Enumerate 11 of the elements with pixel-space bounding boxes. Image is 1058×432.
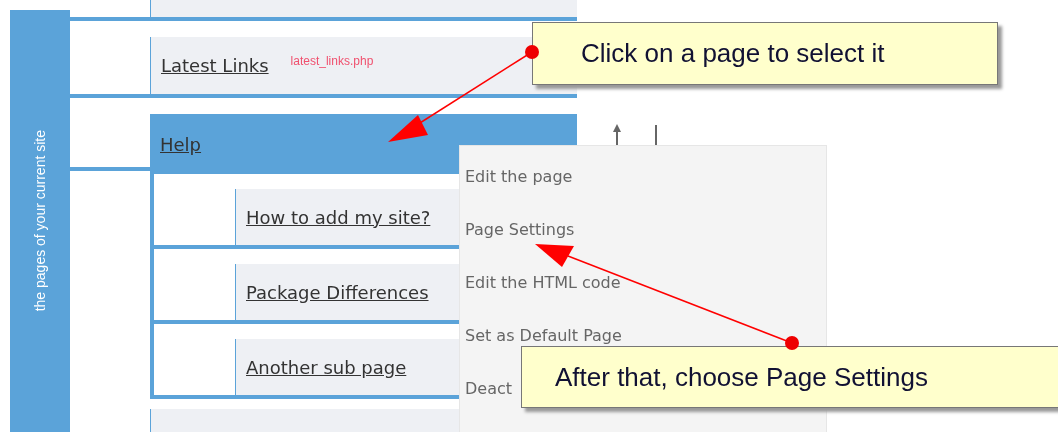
up-arrow-icon[interactable] bbox=[612, 124, 622, 146]
callout-text: Click on a page to select it bbox=[581, 38, 885, 69]
page-link[interactable]: Latest Links bbox=[161, 55, 269, 76]
page-link[interactable]: Another sub page bbox=[246, 356, 407, 378]
sidebar-label: the pages of your current site bbox=[32, 130, 48, 312]
page-link[interactable]: Package Differences bbox=[246, 281, 429, 303]
page-row[interactable]: Latest Links latest_links.php bbox=[150, 37, 577, 94]
file-name: latest_links.php bbox=[290, 53, 374, 68]
page-link[interactable]: Help bbox=[160, 133, 202, 155]
page-link[interactable]: How to add my site? bbox=[246, 206, 431, 228]
menu-item[interactable]: Page Settings bbox=[465, 216, 575, 242]
